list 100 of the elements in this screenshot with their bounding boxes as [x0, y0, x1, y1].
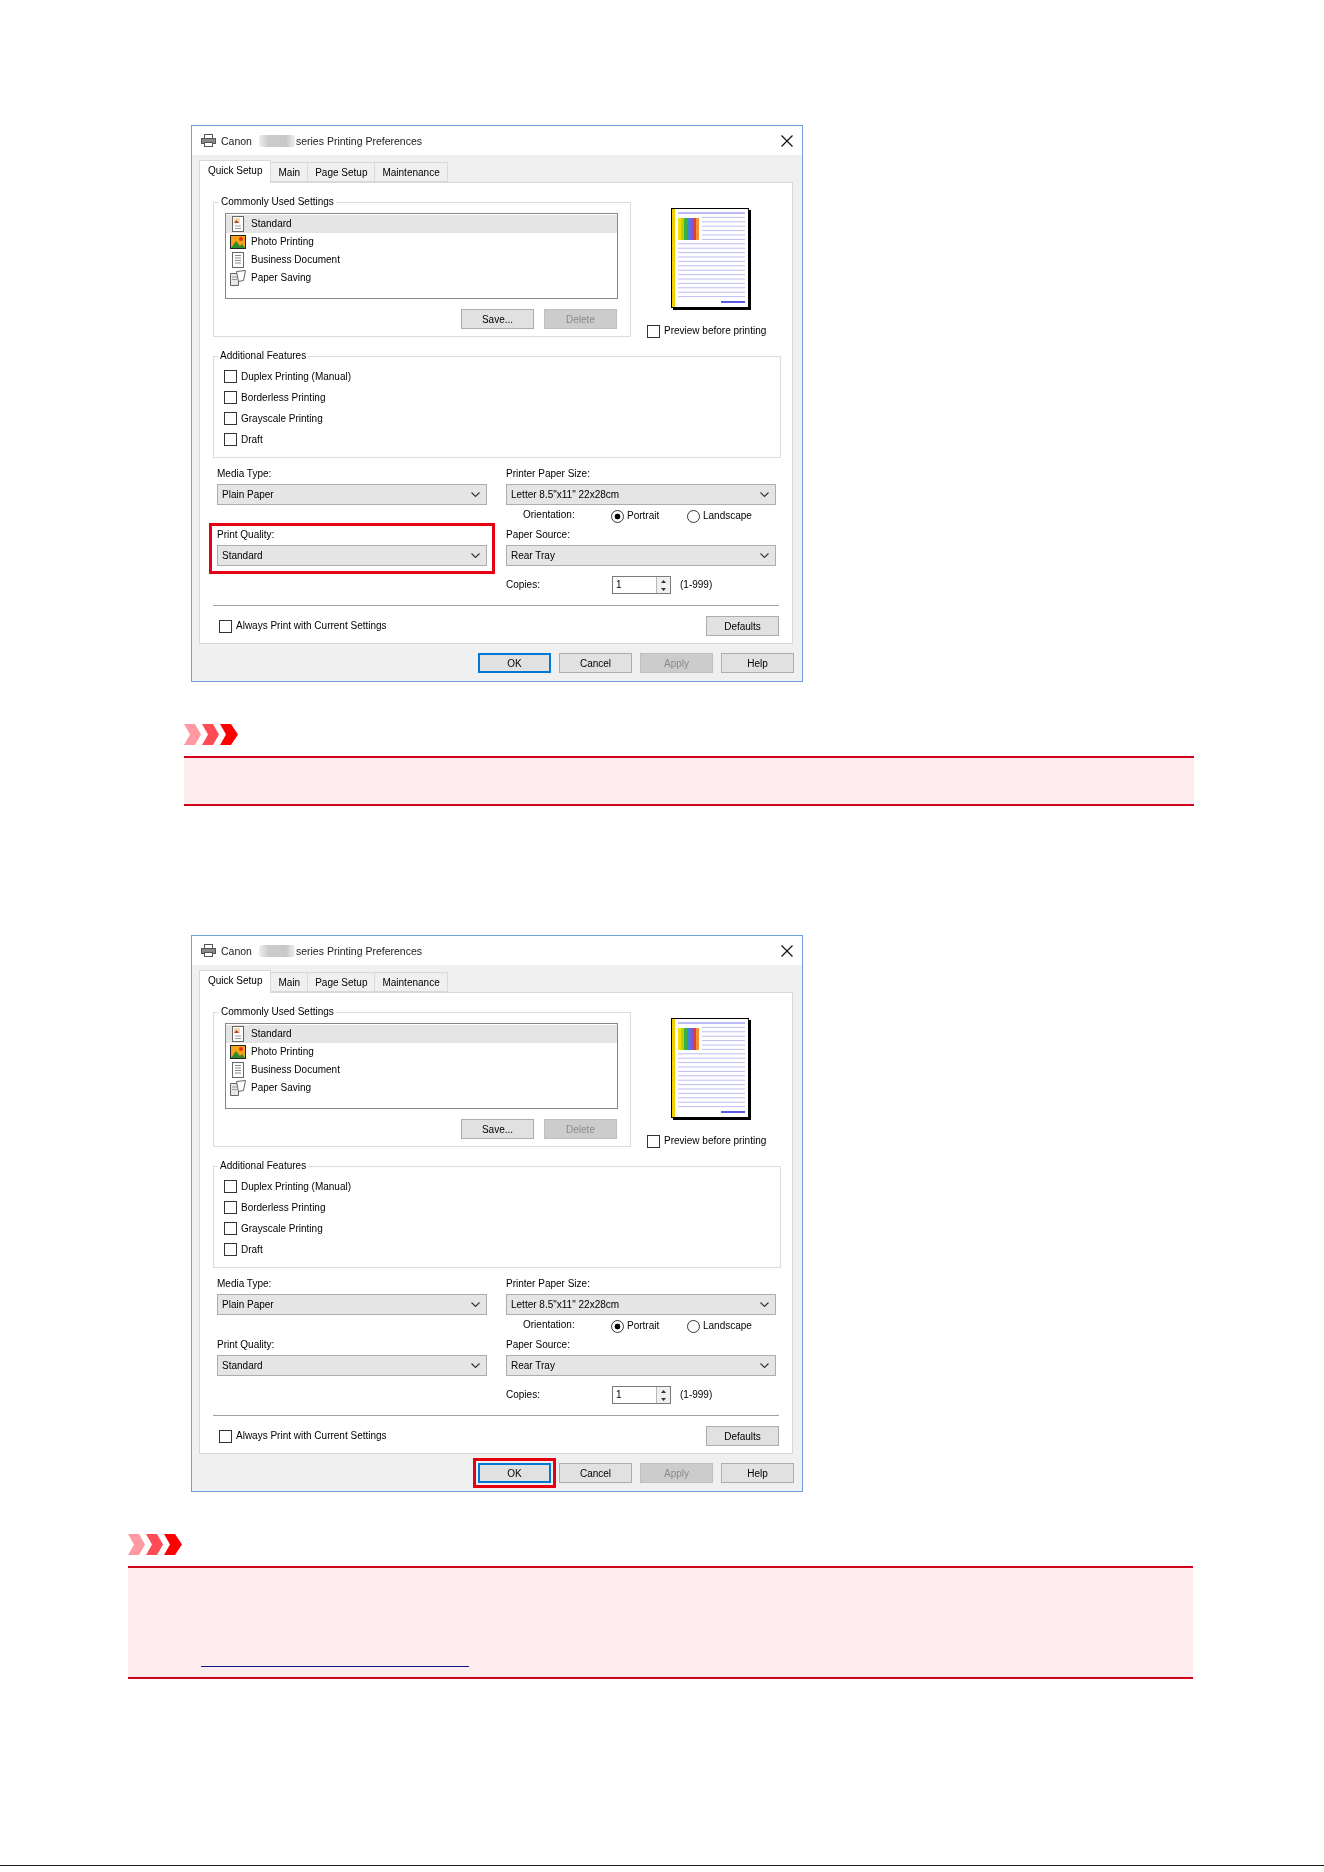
- dialog-button[interactable]: Help: [721, 1463, 794, 1483]
- list-item[interactable]: Standard: [226, 1025, 617, 1043]
- close-icon: [781, 944, 793, 957]
- spin-up-button[interactable]: [657, 577, 670, 585]
- list-item[interactable]: Business Document: [226, 1061, 617, 1079]
- checkbox[interactable]: [647, 324, 660, 338]
- dropdown[interactable]: Rear Tray: [506, 1355, 776, 1376]
- dropdown[interactable]: Rear Tray: [506, 545, 776, 566]
- window-title: series Printing Preferences: [295, 134, 422, 147]
- tab[interactable]: Page Setup: [307, 972, 376, 992]
- chevron-down-icon: [471, 492, 480, 497]
- list-item[interactable]: Photo Printing: [226, 1043, 617, 1061]
- list-item[interactable]: Paper Saving: [226, 269, 617, 287]
- radio-button[interactable]: [687, 1319, 700, 1333]
- checkbox-label[interactable]: Draft: [241, 433, 263, 446]
- checkbox[interactable]: [224, 391, 237, 404]
- folded-pages-icon: [230, 1080, 246, 1096]
- tab[interactable]: Maintenance: [374, 972, 448, 992]
- checkbox-label[interactable]: Preview before printing: [664, 1135, 767, 1147]
- window-title: Canon: [221, 944, 252, 957]
- tab[interactable]: Maintenance: [374, 162, 448, 182]
- defaults-button[interactable]: Defaults: [706, 616, 779, 636]
- checkbox-label[interactable]: Always Print with Current Settings: [236, 620, 387, 632]
- chevron-down-icon: [471, 1363, 480, 1368]
- chevron-down-icon: [760, 553, 769, 558]
- checkbox[interactable]: [224, 412, 237, 425]
- dialog-button[interactable]: Save...: [461, 1119, 534, 1139]
- field-label: Copies:: [506, 579, 541, 591]
- radio-button[interactable]: [611, 509, 624, 523]
- list-item[interactable]: Business Document: [226, 251, 617, 269]
- checkbox-label[interactable]: Always Print with Current Settings: [236, 1430, 387, 1442]
- spin-down-button[interactable]: [657, 1395, 670, 1403]
- dialog-button[interactable]: Save...: [461, 309, 534, 329]
- checkbox-label[interactable]: Duplex Printing (Manual): [241, 1180, 352, 1193]
- checkbox[interactable]: [224, 1201, 237, 1214]
- radio-button[interactable]: [611, 1319, 624, 1333]
- checkbox-label[interactable]: Grayscale Printing: [241, 1222, 323, 1235]
- dialog-button[interactable]: Cancel: [559, 1463, 632, 1483]
- document-icon: [230, 252, 246, 268]
- list-item[interactable]: Paper Saving: [226, 1079, 617, 1097]
- field-label: Media Type:: [217, 1278, 272, 1290]
- list-item[interactable]: Photo Printing: [226, 233, 617, 251]
- tab[interactable]: Main: [270, 162, 309, 182]
- checkbox-label[interactable]: Borderless Printing: [241, 391, 326, 404]
- checkbox-label[interactable]: Borderless Printing: [241, 1201, 326, 1214]
- field-label: Print Quality:: [217, 1339, 275, 1351]
- range-label: (1-999): [680, 579, 713, 591]
- dialog-button[interactable]: Cancel: [559, 653, 632, 673]
- checkbox[interactable]: [219, 619, 232, 633]
- checkbox[interactable]: [224, 1222, 237, 1235]
- checkbox[interactable]: [224, 1180, 237, 1193]
- radio-button[interactable]: [687, 509, 700, 523]
- defaults-button[interactable]: Defaults: [706, 1426, 779, 1446]
- range-label: (1-999): [680, 1389, 713, 1401]
- copies-field[interactable]: 1: [612, 1386, 671, 1404]
- group-label: Additional Features: [219, 1160, 308, 1172]
- photo-icon: [230, 1044, 246, 1060]
- checkbox-label[interactable]: Draft: [241, 1243, 263, 1256]
- field-label: Copies:: [506, 1389, 541, 1401]
- dialog-button[interactable]: OK: [478, 653, 551, 673]
- checkbox-label[interactable]: Grayscale Printing: [241, 412, 323, 425]
- radio-label[interactable]: Portrait: [627, 1320, 660, 1332]
- close-button[interactable]: [781, 134, 793, 147]
- checkbox[interactable]: [647, 1134, 660, 1148]
- field-label: Media Type:: [217, 468, 272, 480]
- dialog-button[interactable]: Help: [721, 653, 794, 673]
- spin-down-button[interactable]: [657, 585, 670, 593]
- radio-label[interactable]: Portrait: [627, 510, 660, 522]
- radio-label[interactable]: Landscape: [703, 1320, 752, 1332]
- close-button[interactable]: [781, 944, 793, 957]
- tab[interactable]: Page Setup: [307, 162, 376, 182]
- field-label: Paper Source:: [506, 529, 570, 541]
- list-item[interactable]: Standard: [226, 215, 617, 233]
- checkbox-label[interactable]: Duplex Printing (Manual): [241, 370, 352, 383]
- checkbox[interactable]: [219, 1429, 232, 1443]
- group-label: Additional Features: [219, 350, 308, 362]
- checkbox[interactable]: [224, 1243, 237, 1256]
- dropdown[interactable]: Plain Paper: [217, 484, 487, 505]
- tab[interactable]: Main: [270, 972, 309, 992]
- caret-up-icon: [661, 1389, 666, 1393]
- dropdown[interactable]: Plain Paper: [217, 1294, 487, 1315]
- dropdown[interactable]: Standard: [217, 1355, 487, 1376]
- spin-up-button[interactable]: [657, 1387, 670, 1395]
- dialog-button[interactable]: OK: [478, 1463, 551, 1483]
- field-label: Orientation:: [523, 509, 576, 521]
- tab[interactable]: Quick Setup: [199, 160, 272, 183]
- dropdown[interactable]: Letter 8.5"x11" 22x28cm: [506, 484, 776, 505]
- tab[interactable]: Quick Setup: [199, 970, 272, 993]
- checkbox[interactable]: [224, 433, 237, 446]
- chevron-down-icon: [760, 1302, 769, 1307]
- checkbox[interactable]: [224, 370, 237, 383]
- checkbox-label[interactable]: Preview before printing: [664, 325, 767, 337]
- document-icon: [230, 1062, 246, 1078]
- dropdown[interactable]: Standard: [217, 545, 487, 566]
- printer-icon: [201, 944, 216, 957]
- copies-field[interactable]: 1: [612, 576, 671, 594]
- caret-up-icon: [661, 579, 666, 583]
- dropdown[interactable]: Letter 8.5"x11" 22x28cm: [506, 1294, 776, 1315]
- radio-label[interactable]: Landscape: [703, 510, 752, 522]
- window-title: Canon: [221, 134, 252, 147]
